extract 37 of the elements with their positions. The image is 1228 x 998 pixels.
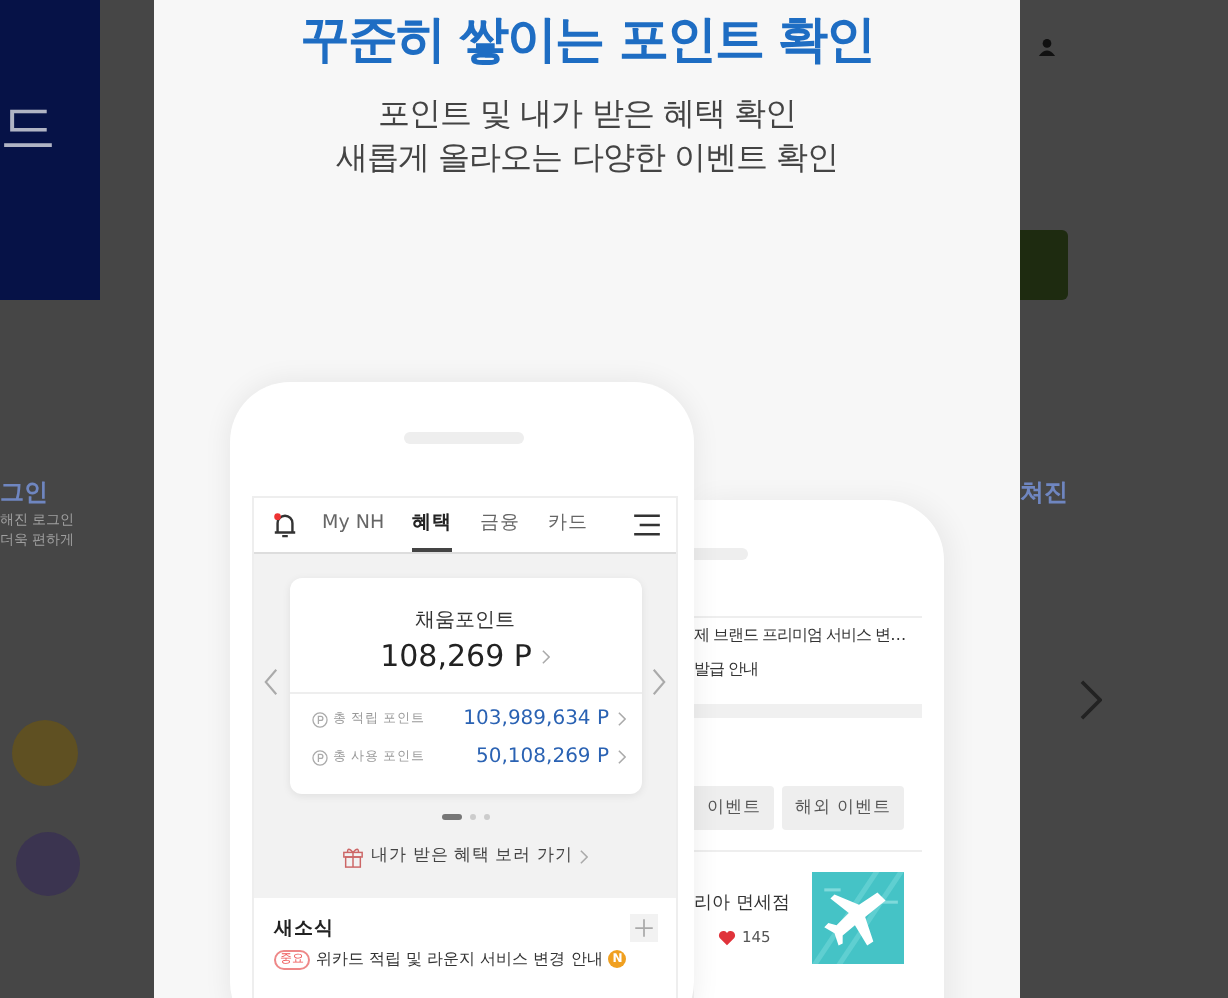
points-value[interactable]: 103,989,634 P xyxy=(463,708,609,730)
points-value[interactable]: 50,108,269 P xyxy=(476,746,609,768)
user-icon[interactable] xyxy=(1038,38,1056,56)
point-icon xyxy=(311,749,327,765)
point-icon xyxy=(311,711,327,727)
gift-icon xyxy=(341,845,364,867)
feature-circle xyxy=(12,720,78,786)
event-title[interactable]: 리아 면세점 xyxy=(694,890,790,916)
page-dot[interactable] xyxy=(469,814,475,820)
benefits-link[interactable]: 내가 받은 혜택 보러 가기 xyxy=(371,844,573,868)
heart-icon xyxy=(718,929,736,945)
chevron-icon xyxy=(617,712,625,726)
banner-text: 드 xyxy=(0,100,56,156)
nav-tab[interactable]: 금융 xyxy=(480,498,521,552)
modal-title: 꾸준히 쌓이는 포인트 확인 xyxy=(299,8,875,72)
points-title: 채움포인트 xyxy=(415,608,515,634)
nav-tab[interactable]: 카드 xyxy=(548,498,589,552)
notice-text[interactable]: 제 브랜드 프리미엄 서비스 변… xyxy=(694,624,922,646)
modal-subtitle: 새롭게 올라오는 다양한 이벤트 확인 xyxy=(336,136,838,180)
plus-icon[interactable] xyxy=(630,914,658,942)
modal-subtitle: 포인트 및 내가 받은 혜택 확인 xyxy=(378,92,796,136)
phone-speaker xyxy=(694,548,748,560)
news-title: 새소식 xyxy=(274,915,334,941)
menu-icon[interactable] xyxy=(634,514,660,536)
points-total[interactable]: 108,269 P xyxy=(380,638,532,674)
nav-tab[interactable]: My NH xyxy=(322,498,385,552)
page-dot[interactable] xyxy=(483,814,489,820)
chevron-icon xyxy=(617,750,625,764)
event-tab[interactable]: 이벤트 xyxy=(694,786,774,830)
section-heading: 쳐진 xyxy=(1020,476,1068,510)
bell-icon[interactable] xyxy=(272,512,298,538)
event-tab[interactable]: 해외 이벤트 xyxy=(782,786,904,830)
notice-text[interactable]: 발급 안내 xyxy=(694,658,922,680)
chevron-icon xyxy=(541,649,550,663)
section-heading: 그인 xyxy=(0,476,50,510)
chevron-icon xyxy=(580,849,589,863)
news-item[interactable]: 위카드 적립 및 라운지 서비스 변경 안내 xyxy=(316,948,603,970)
